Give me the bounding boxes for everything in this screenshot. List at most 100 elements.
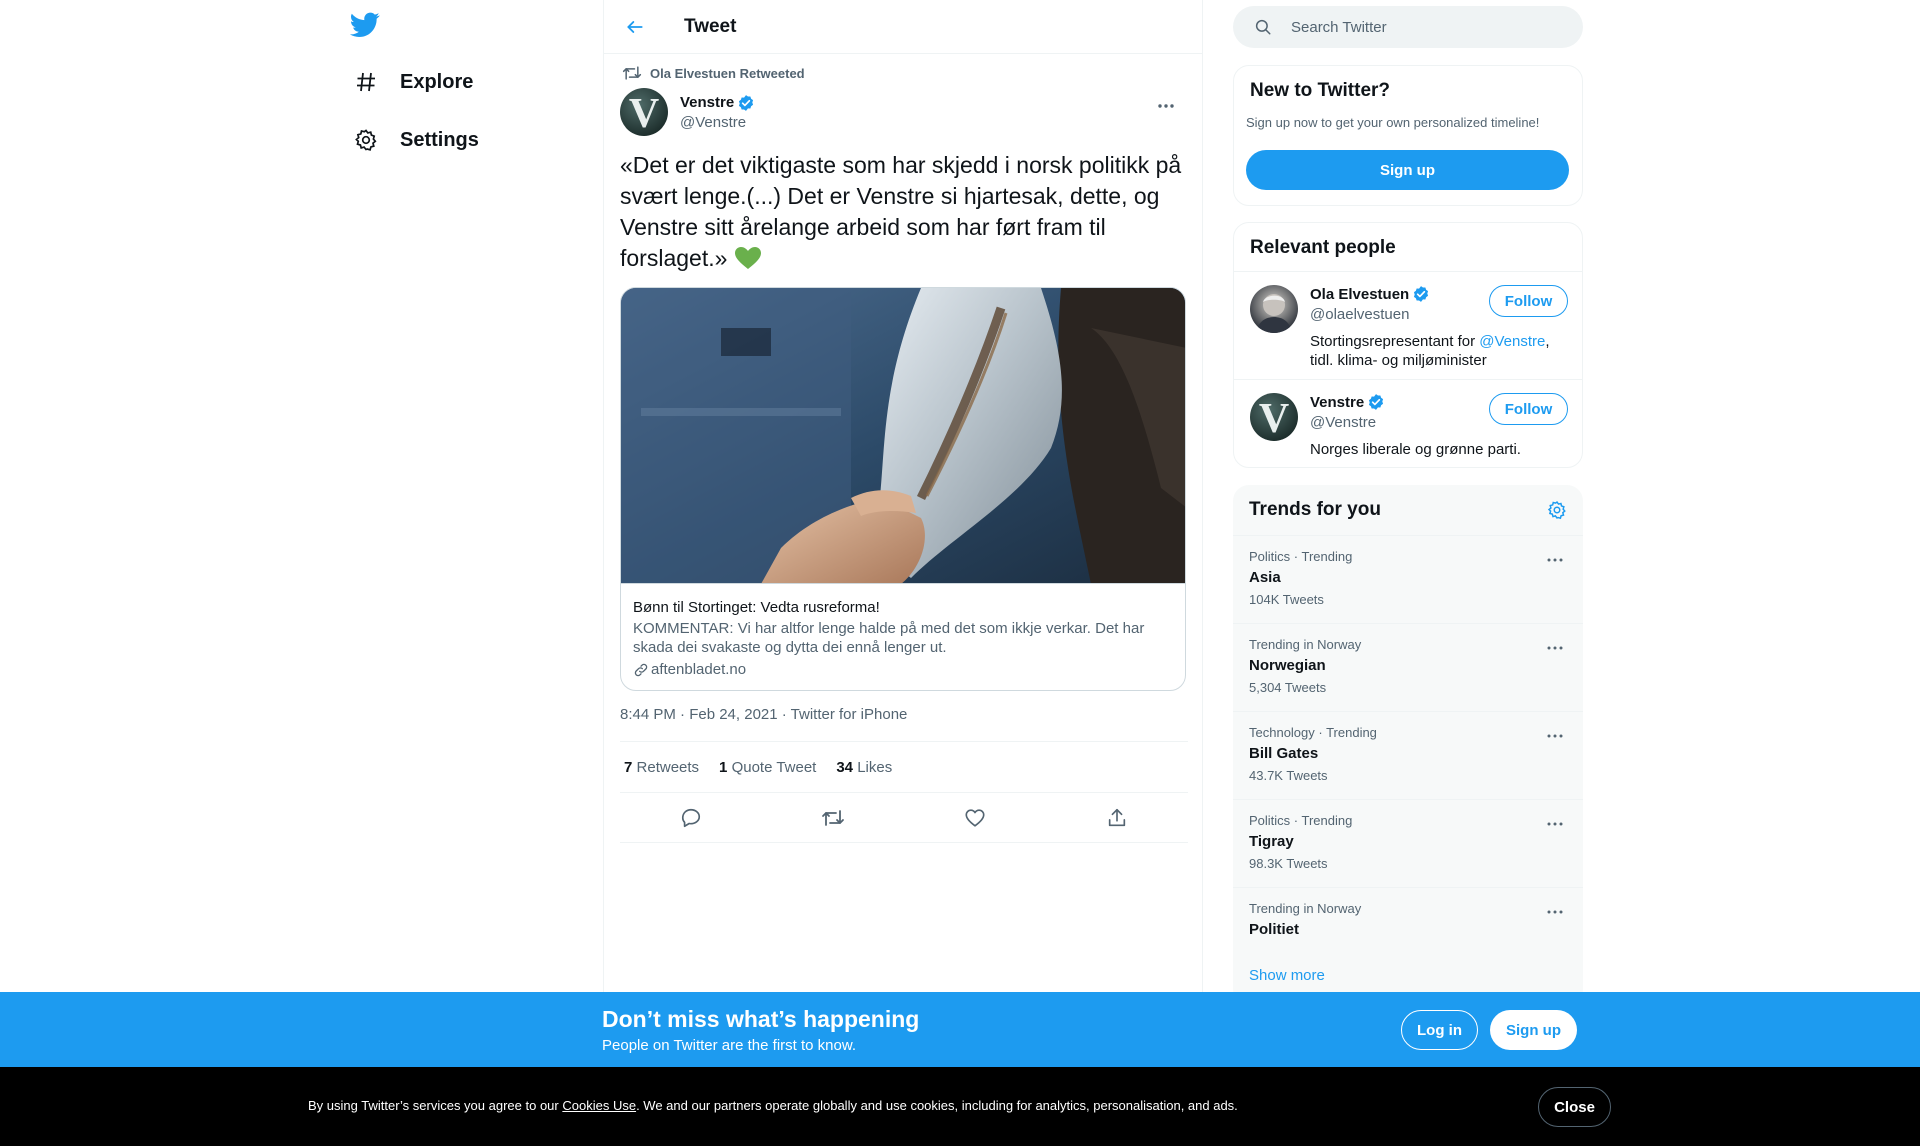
more-options-icon[interactable] bbox=[1543, 724, 1567, 748]
signup-banner: Don’t miss what’s happening People on Tw… bbox=[0, 992, 1920, 1067]
retweet-button-icon[interactable] bbox=[816, 801, 850, 835]
follow-button[interactable]: Follow bbox=[1489, 285, 1568, 317]
hashtag-icon bbox=[352, 68, 380, 96]
green-heart-icon bbox=[734, 246, 762, 278]
card-domain-text: aftenbladet.no bbox=[651, 661, 747, 678]
nav-explore[interactable]: Explore bbox=[352, 62, 473, 102]
trend-context: Trending in Norway bbox=[1249, 637, 1362, 652]
trend-context: Trending in Norway bbox=[1249, 901, 1362, 916]
tweet-author: V Venstre @Venstre bbox=[620, 88, 1188, 136]
tweet-actions bbox=[620, 793, 1188, 843]
stat-retweets-label: Retweets bbox=[636, 758, 700, 776]
stat-likes[interactable]: 34 Likes bbox=[836, 759, 892, 776]
trend-name: Norwegian bbox=[1249, 657, 1326, 674]
show-more-link[interactable]: Show more bbox=[1249, 967, 1325, 984]
trend-count: 5,304 Tweets bbox=[1249, 680, 1327, 695]
close-button[interactable]: Close bbox=[1538, 1087, 1611, 1127]
nav-explore-label: Explore bbox=[400, 70, 474, 93]
link-card[interactable]: Bønn til Stortinget: Vedta rusreforma! K… bbox=[620, 287, 1186, 691]
more-options-icon[interactable] bbox=[1543, 548, 1567, 572]
bio-mention-link[interactable]: @Venstre bbox=[1479, 333, 1545, 350]
trend-name: Asia bbox=[1249, 569, 1281, 586]
trend-item[interactable]: Technology · Trending Bill Gates 43.7K T… bbox=[1233, 711, 1583, 799]
nav-settings[interactable]: Settings bbox=[352, 120, 479, 160]
person-bio: Norges liberale og grønne parti. bbox=[1310, 441, 1521, 458]
signup-button[interactable]: Sign up bbox=[1246, 150, 1569, 190]
trends-title: Trends for you bbox=[1249, 499, 1381, 520]
tweet-stats: 7 Retweets 1 Quote Tweet 34 Likes bbox=[620, 741, 1188, 793]
cookie-text-prefix: By using Twitter’s services you agree to… bbox=[308, 1098, 563, 1113]
nav-settings-label: Settings bbox=[400, 128, 479, 151]
trend-name: Tigray bbox=[1249, 833, 1294, 850]
banner-signup-button[interactable]: Sign up bbox=[1490, 1010, 1577, 1050]
card-body: Bønn til Stortinget: Vedta rusreforma! K… bbox=[621, 584, 1185, 690]
verified-badge-icon bbox=[737, 94, 755, 112]
trends-settings-gear-icon[interactable] bbox=[1545, 498, 1569, 522]
stat-likes-count: 34 bbox=[836, 758, 854, 776]
avatar[interactable] bbox=[1250, 285, 1298, 333]
trend-item[interactable]: Trending in Norway Norwegian 5,304 Tweet… bbox=[1233, 623, 1583, 711]
more-options-icon[interactable] bbox=[1543, 636, 1567, 660]
search-input[interactable] bbox=[1291, 18, 1551, 36]
page-title: Tweet bbox=[684, 15, 737, 37]
card-image bbox=[621, 288, 1185, 584]
trend-context: Politics · Trending bbox=[1249, 813, 1353, 828]
trend-count: 104K Tweets bbox=[1249, 592, 1324, 607]
avatar[interactable]: V bbox=[1250, 393, 1298, 441]
more-options-icon[interactable] bbox=[1543, 900, 1567, 924]
new-to-twitter-subtitle: Sign up now to get your own personalized… bbox=[1246, 115, 1540, 130]
stat-retweets-count: 7 bbox=[624, 758, 633, 776]
cookie-text: By using Twitter’s services you agree to… bbox=[308, 1098, 1238, 1113]
retweet-icon bbox=[620, 64, 642, 82]
trends-header: Trends for you bbox=[1233, 485, 1583, 535]
tweet-meta[interactable]: 8:44 PM · Feb 24, 2021 · Twitter for iPh… bbox=[620, 706, 907, 723]
back-arrow-icon[interactable] bbox=[620, 12, 650, 42]
trend-count: 98.3K Tweets bbox=[1249, 856, 1328, 871]
like-icon[interactable] bbox=[958, 801, 992, 835]
retweeted-by[interactable]: Ola Elvestuen Retweeted bbox=[620, 64, 805, 82]
person-name-text: Ola Elvestuen bbox=[1310, 285, 1410, 303]
reply-icon[interactable] bbox=[674, 801, 708, 835]
verified-badge-icon bbox=[1412, 285, 1430, 303]
more-options-icon[interactable] bbox=[1543, 812, 1567, 836]
retweeted-by-label: Ola Elvestuen Retweeted bbox=[650, 65, 805, 81]
search-bar[interactable] bbox=[1233, 6, 1583, 48]
card-domain: aftenbladet.no bbox=[633, 661, 1173, 678]
verified-badge-icon bbox=[1367, 393, 1385, 411]
tweet-header: Tweet bbox=[604, 0, 1202, 54]
tweet-column: Tweet Ola Elvestuen Retweeted V Venstre … bbox=[603, 0, 1203, 1146]
author-handle[interactable]: @Venstre bbox=[680, 114, 755, 131]
follow-button[interactable]: Follow bbox=[1489, 393, 1568, 425]
stat-retweets[interactable]: 7 Retweets bbox=[624, 759, 699, 776]
person-name-text: Venstre bbox=[1310, 393, 1365, 411]
twitter-logo-icon[interactable] bbox=[349, 12, 380, 40]
cookies-use-link[interactable]: Cookies Use bbox=[562, 1098, 636, 1113]
more-options-icon[interactable] bbox=[1154, 94, 1178, 118]
trend-item[interactable]: Politics · Trending Asia 104K Tweets bbox=[1233, 535, 1583, 623]
stat-quote-tweets-count: 1 bbox=[719, 758, 728, 776]
trend-count: 43.7K Tweets bbox=[1249, 768, 1328, 783]
person-bio-text: Stortingsrepresentant for bbox=[1310, 333, 1480, 350]
trend-context: Politics · Trending bbox=[1249, 549, 1353, 564]
login-button[interactable]: Log in bbox=[1401, 1010, 1478, 1050]
avatar-letter: V bbox=[628, 91, 660, 136]
relevant-people-box: Relevant people Ola Elvestuen @olaelvest… bbox=[1233, 222, 1583, 468]
divider bbox=[1234, 271, 1582, 272]
trend-item[interactable]: Trending in Norway Politiet bbox=[1233, 887, 1583, 951]
link-icon bbox=[633, 662, 649, 678]
stat-quote-tweets[interactable]: 1 Quote Tweet bbox=[719, 759, 816, 776]
avatar[interactable]: V bbox=[620, 88, 668, 136]
divider bbox=[1234, 379, 1582, 380]
card-title: Bønn til Stortinget: Vedta rusreforma! bbox=[633, 599, 880, 616]
cookie-text-suffix: . We and our partners operate globally a… bbox=[636, 1098, 1238, 1113]
trend-context: Technology · Trending bbox=[1249, 725, 1377, 740]
banner-heading: Don’t miss what’s happening bbox=[602, 1006, 920, 1032]
search-icon bbox=[1253, 17, 1273, 37]
card-description: KOMMENTAR: Vi har altfor lenge halde på … bbox=[633, 620, 1145, 656]
person-bio: Stortingsrepresentant for @Venstre, tidl… bbox=[1310, 332, 1560, 370]
share-icon[interactable] bbox=[1100, 801, 1134, 835]
author-name[interactable]: Venstre bbox=[680, 94, 755, 112]
trend-item[interactable]: Politics · Trending Tigray 98.3K Tweets bbox=[1233, 799, 1583, 887]
tweet-text: «Det er det viktigaste som har skjedd i … bbox=[620, 150, 1188, 278]
trend-name: Politiet bbox=[1249, 921, 1300, 938]
